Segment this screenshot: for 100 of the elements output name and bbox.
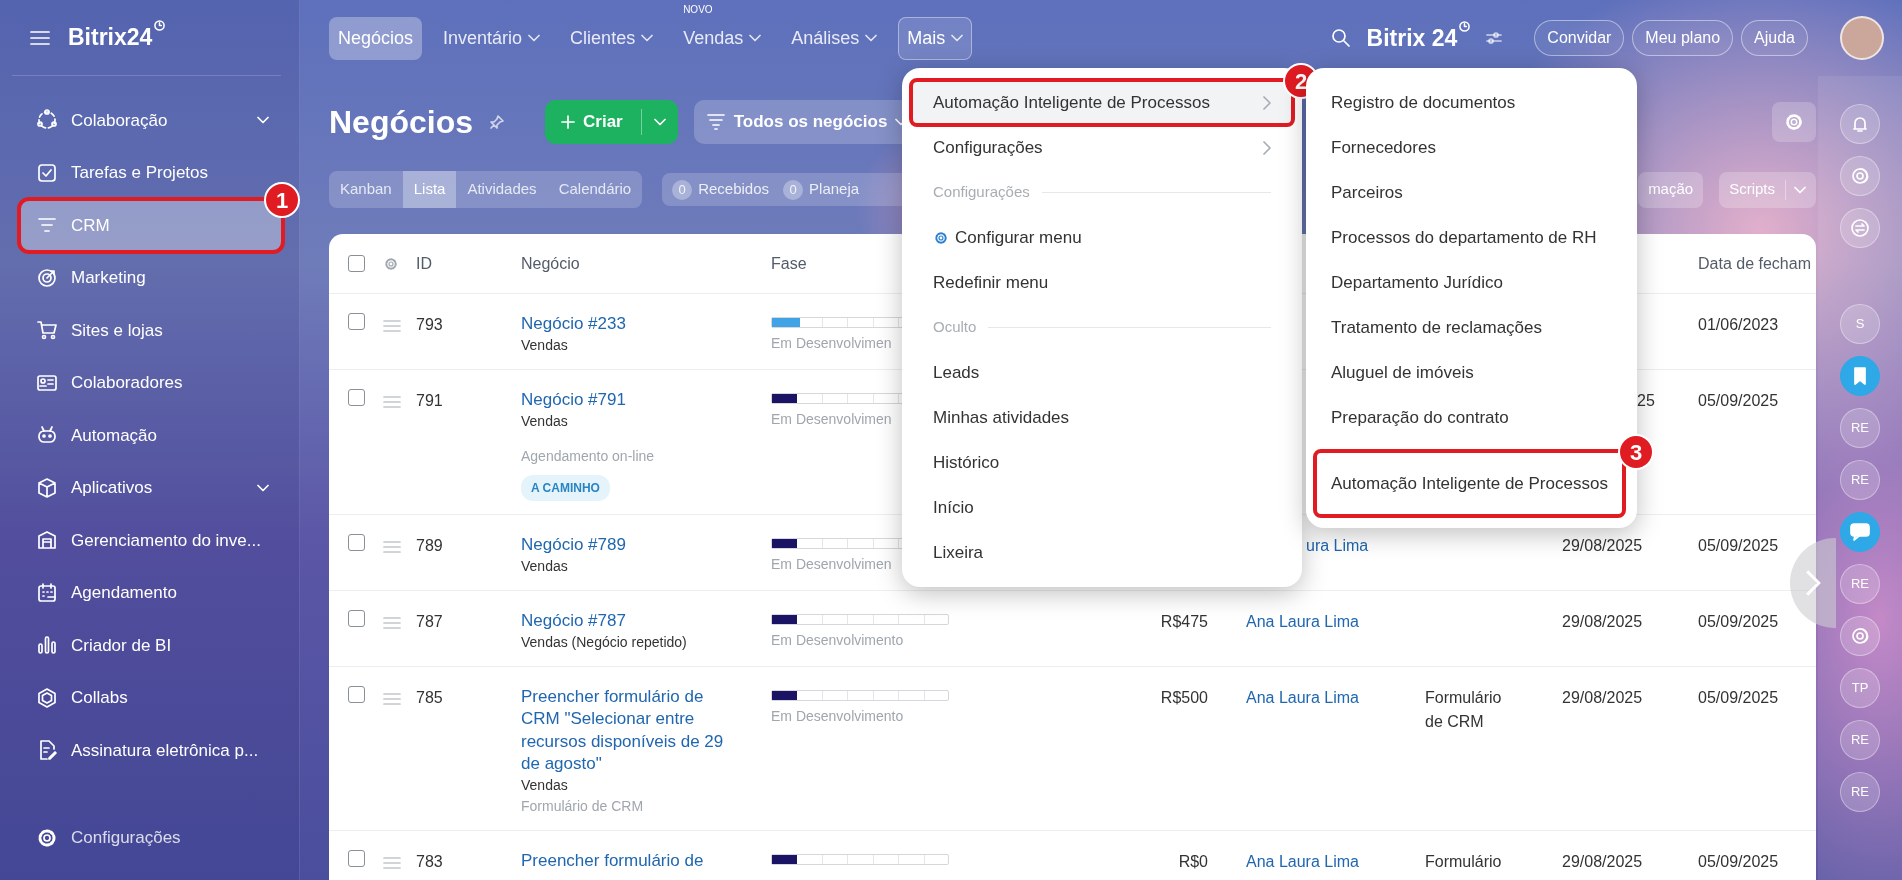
menu-item[interactable]: Aluguel de imóveis	[1306, 350, 1637, 395]
date-text: 29/08/2025	[1562, 852, 1643, 870]
chevron-down-icon	[749, 34, 762, 42]
sidebar-item[interactable]: Gerenciamento do inve...	[19, 514, 283, 567]
settings-icon	[1783, 111, 1805, 133]
menu-section-label: Configurações	[933, 182, 1030, 203]
date-text: 29/08/2025	[1562, 613, 1643, 631]
menu-item[interactable]: Automação Inteligente de Processos	[911, 80, 1293, 125]
nav-tab[interactable]: Mais	[898, 16, 973, 60]
logo: Bitrix24	[68, 23, 153, 53]
menu-item[interactable]: Minhas atividades	[911, 395, 1293, 440]
search-icon	[1330, 28, 1351, 48]
row-checkbox[interactable]	[348, 389, 365, 407]
row-checkbox[interactable]	[348, 534, 365, 552]
settings-button[interactable]	[1772, 102, 1816, 142]
sidebar-item[interactable]: Assinatura eletrônica p...	[19, 724, 283, 777]
header-button[interactable]: Convidar	[1534, 20, 1625, 56]
nav-tab[interactable]: Inventário	[434, 16, 550, 60]
pipeline-label: Vendas	[521, 557, 569, 577]
chevron-down-icon	[1794, 185, 1806, 194]
sidebar-button[interactable]	[1840, 356, 1880, 396]
menu-item[interactable]: Departamento Jurídico	[1306, 260, 1637, 305]
column-header[interactable]: Data de fecham	[1698, 254, 1811, 272]
deal-link[interactable]: Negócio #233	[521, 313, 736, 336]
source-text: Formulário	[1425, 851, 1503, 872]
deal-link[interactable]: Negócio #791	[521, 389, 736, 412]
table-cell: 785	[416, 689, 443, 707]
chevron-down-icon	[641, 34, 654, 42]
select-all-checkbox[interactable]	[348, 255, 365, 272]
sidebar-item[interactable]: Aplicativos	[19, 461, 283, 514]
row-checkbox[interactable]	[348, 686, 365, 704]
menu-item[interactable]: Leads	[911, 350, 1293, 395]
menu-item[interactable]: Início	[911, 485, 1293, 530]
responsible-link[interactable]: Ana Laura Lima	[1246, 689, 1359, 707]
menu-item[interactable]: Processos do departamento de RH	[1306, 215, 1637, 260]
column-header[interactable]: ID	[416, 254, 432, 272]
nav-tab[interactable]: Vendas	[674, 16, 771, 60]
column-header[interactable]: Fase	[771, 254, 807, 272]
page-title: Negócios	[329, 103, 474, 142]
pipeline-label: Vendas	[521, 412, 569, 432]
drag-handle-icon	[383, 856, 401, 869]
menu-item[interactable]: Configurar menu	[911, 215, 1293, 260]
responsible-link[interactable]: Ana Laura Lima	[1246, 852, 1359, 870]
sidebar-item[interactable]: Colaboradores	[19, 356, 283, 409]
sidebar-item[interactable]: Criador de BI	[19, 619, 283, 672]
responsible-link[interactable]: Ana Laura Lima	[1246, 613, 1359, 631]
new-tag: NOVO	[683, 4, 713, 15]
menu-item[interactable]: Tratamento de reclamações	[1306, 305, 1637, 350]
bookmark-icon	[1853, 367, 1867, 385]
sidebar-item[interactable]: Configurações	[19, 811, 283, 864]
exchange-icon	[1850, 218, 1870, 238]
drag-handle-icon	[383, 540, 401, 553]
chevron-down-icon	[528, 34, 541, 42]
amount-text: R$0	[1178, 852, 1208, 870]
sidebar-button[interactable]	[1840, 512, 1880, 552]
sidebar-item[interactable]: Marketing	[19, 251, 283, 304]
stage-label: Em Desenvolvimen	[771, 555, 892, 575]
header-button[interactable]: Ajuda	[1741, 20, 1808, 56]
hexagon-icon	[35, 685, 59, 710]
logo: Bitrix 24	[1366, 23, 1458, 53]
row-checkbox[interactable]	[348, 849, 365, 867]
deal-link[interactable]: Preencher formulário de CRM "Selecionar entre recursos disponíveis de 29 de agosto"	[521, 686, 736, 775]
menu-item[interactable]: Fornecedores	[1306, 125, 1637, 170]
pipeline-label: Vendas	[521, 775, 569, 795]
menu-item[interactable]: Histórico	[911, 440, 1293, 485]
nav-tab[interactable]: Clientes	[561, 16, 663, 60]
menu-item[interactable]: Lixeira	[911, 530, 1293, 575]
row-checkbox[interactable]	[348, 610, 365, 628]
source-note: Agendamento on-line	[521, 447, 656, 467]
sidebar-item[interactable]: Sites e lojas	[19, 304, 283, 357]
clock-icon	[1459, 20, 1471, 32]
chevron-down-icon	[865, 34, 878, 42]
pipeline-label: Vendas	[521, 336, 569, 356]
date-text: 29/08/2025	[1562, 689, 1643, 707]
nav-tab[interactable]: Análises	[782, 16, 887, 60]
step-badge: 3	[1618, 434, 1654, 470]
sidebar-item[interactable]: Collabs	[19, 671, 283, 724]
menu-icon	[30, 29, 50, 46]
counter-badge: 0	[783, 179, 804, 200]
table-cell: 791	[416, 392, 443, 410]
sidebar-item[interactable]: Agendamento	[19, 566, 283, 619]
source-text: Formulário de CRM	[1425, 688, 1503, 733]
sidebar-item[interactable]: Colaboração	[19, 94, 283, 147]
deal-link[interactable]: Preencher formulário de	[521, 849, 736, 872]
responsible-link[interactable]: ura Lima	[1306, 537, 1369, 555]
amount-text: R$500	[1160, 689, 1208, 707]
header-button[interactable]: Meu plano	[1632, 20, 1734, 56]
menu-item[interactable]: Parceiros	[1306, 170, 1637, 215]
sidebar-item[interactable]: Automação	[19, 409, 283, 462]
deal-link[interactable]: Negócio #787	[521, 610, 736, 633]
row-checkbox[interactable]	[348, 313, 365, 330]
deal-link[interactable]: Negócio #789	[521, 534, 736, 557]
column-header[interactable]: Negócio	[521, 254, 580, 272]
user-avatar[interactable]	[1840, 16, 1884, 60]
settings-icon	[933, 229, 949, 246]
table-cell: 783	[416, 852, 443, 870]
chevron-down-icon	[653, 118, 666, 126]
pipeline-label: Vendas (Negócio repetido)	[521, 633, 688, 653]
menu-item[interactable]: Redefinir menu	[911, 260, 1293, 305]
date-text: 29/08/2025	[1562, 537, 1643, 555]
